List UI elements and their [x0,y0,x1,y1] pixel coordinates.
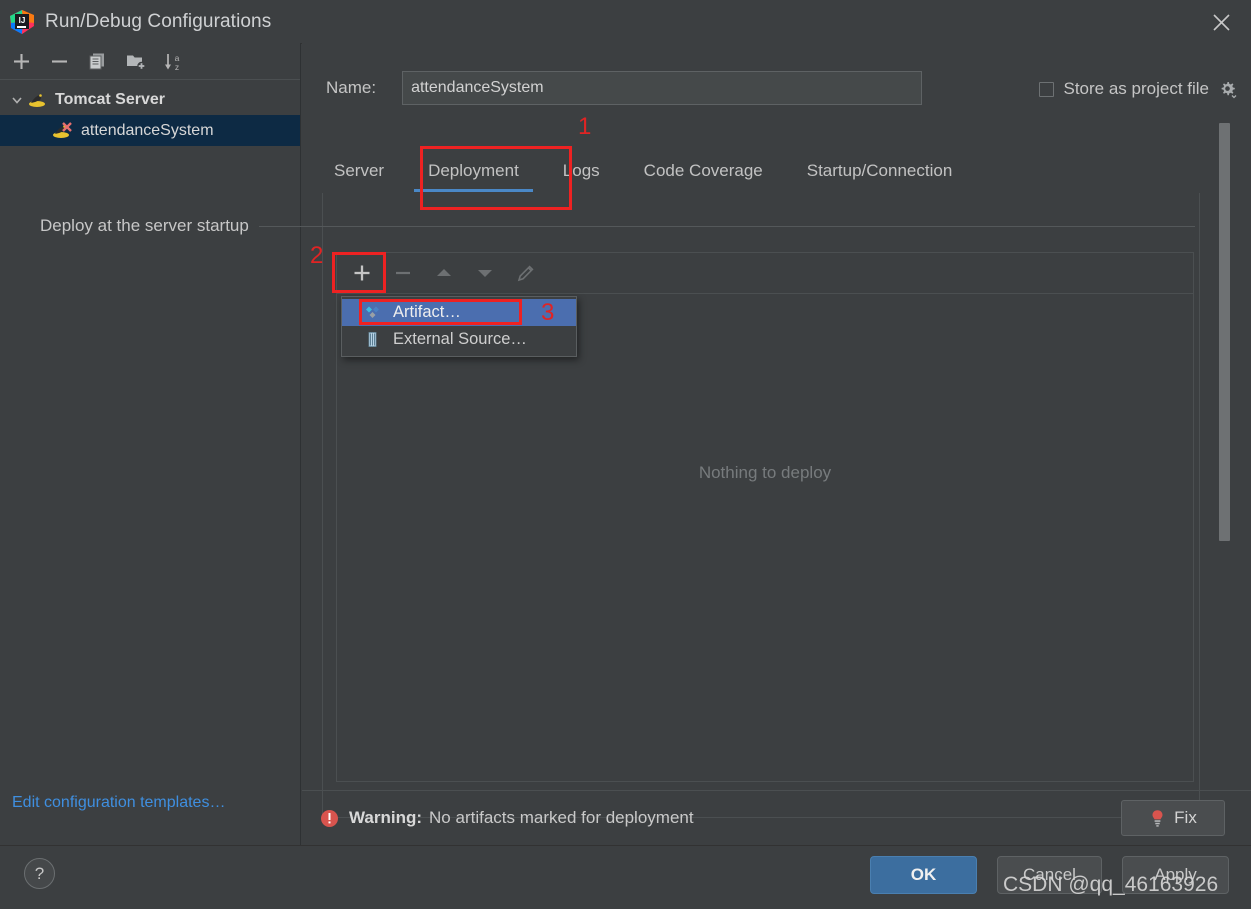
warning-message: No artifacts marked for deployment [429,808,694,827]
popup-item-artifact[interactable]: Artifact… [342,299,576,326]
popup-item-label: External Source… [393,330,527,348]
warning-prefix: Warning: [349,808,423,827]
store-as-project-file-checkbox[interactable] [1039,81,1055,97]
configurations-sidebar: a z Tomcat Server attendanceSystem Edit … [0,43,301,845]
sort-alphabetically-icon[interactable]: a z [162,50,184,72]
tree-node-label: Tomcat Server [55,90,165,108]
intellij-idea-icon: IJ [9,9,35,35]
tree-node-tomcat-server[interactable]: Tomcat Server [0,84,300,115]
help-button[interactable]: ? [24,858,55,889]
artifact-icon [364,304,381,321]
edit-configuration-templates-link[interactable]: Edit configuration templates… [12,794,225,812]
add-configuration-button[interactable] [10,50,32,72]
tab-code-coverage[interactable]: Code Coverage [622,161,785,192]
svg-text:IJ: IJ [19,16,26,25]
store-as-project-file-row[interactable]: Store as project file [1039,79,1237,99]
copy-icon[interactable] [86,50,108,72]
fix-button-label: Fix [1174,808,1197,827]
tomcat-icon [28,91,48,109]
gear-icon[interactable] [1218,80,1237,99]
tab-server[interactable]: Server [324,161,406,192]
lightbulb-icon [1149,809,1166,827]
tab-deployment[interactable]: Deployment [406,161,541,192]
ok-button[interactable]: OK [870,856,977,894]
dialog-titlebar: IJ Run/Debug Configurations [0,0,1251,44]
deploy-at-startup-section: Deploy at the server startup [40,216,1195,236]
folder-add-icon[interactable] [124,50,146,72]
sidebar-toolbar: a z [0,43,300,80]
pencil-icon [505,253,546,293]
nothing-to-deploy-label: Nothing to deploy [698,463,832,482]
fix-button[interactable]: Fix [1121,800,1225,836]
tree-node-attendancesystem[interactable]: attendanceSystem [0,115,300,146]
tomcat-run-icon [52,121,74,141]
cancel-button[interactable]: Cancel [997,856,1102,894]
name-input[interactable] [402,71,923,105]
vertical-scrollbar[interactable] [1219,123,1230,541]
configuration-tabs: Server Deployment Logs Code Coverage Sta… [324,148,974,192]
run-debug-configurations-dialog: IJ Run/Debug Configurations a z Tomcat S… [0,0,1251,909]
external-source-icon [364,331,381,348]
svg-text:z: z [174,62,178,72]
configurations-tree: Tomcat Server attendanceSystem [0,80,300,146]
section-divider [258,225,1195,227]
arrow-up-icon [423,253,464,293]
error-circle-icon [320,809,339,828]
popup-item-label: Artifact… [393,303,461,321]
close-icon[interactable] [1203,4,1239,40]
store-as-project-file-label: Store as project file [1063,79,1209,98]
remove-deployment-button [382,253,423,293]
deploy-at-startup-label: Deploy at the server startup [40,216,249,235]
arrow-down-icon [464,253,505,293]
tab-logs[interactable]: Logs [541,161,622,192]
remove-configuration-button[interactable] [48,50,70,72]
warning-bar: Warning: No artifacts marked for deploym… [302,790,1251,845]
name-label: Name: [326,78,377,97]
chevron-down-icon[interactable] [8,91,25,108]
add-deployment-button[interactable] [341,253,382,293]
tree-node-label: attendanceSystem [81,121,214,139]
dialog-title: Run/Debug Configurations [45,10,272,32]
apply-button[interactable]: Apply [1122,856,1229,894]
deployment-toolbar [337,253,1193,294]
popup-item-external-source[interactable]: External Source… [342,326,576,353]
tab-startup-connection[interactable]: Startup/Connection [785,161,975,192]
add-deployment-popup-menu: Artifact… External Source… [341,296,577,357]
